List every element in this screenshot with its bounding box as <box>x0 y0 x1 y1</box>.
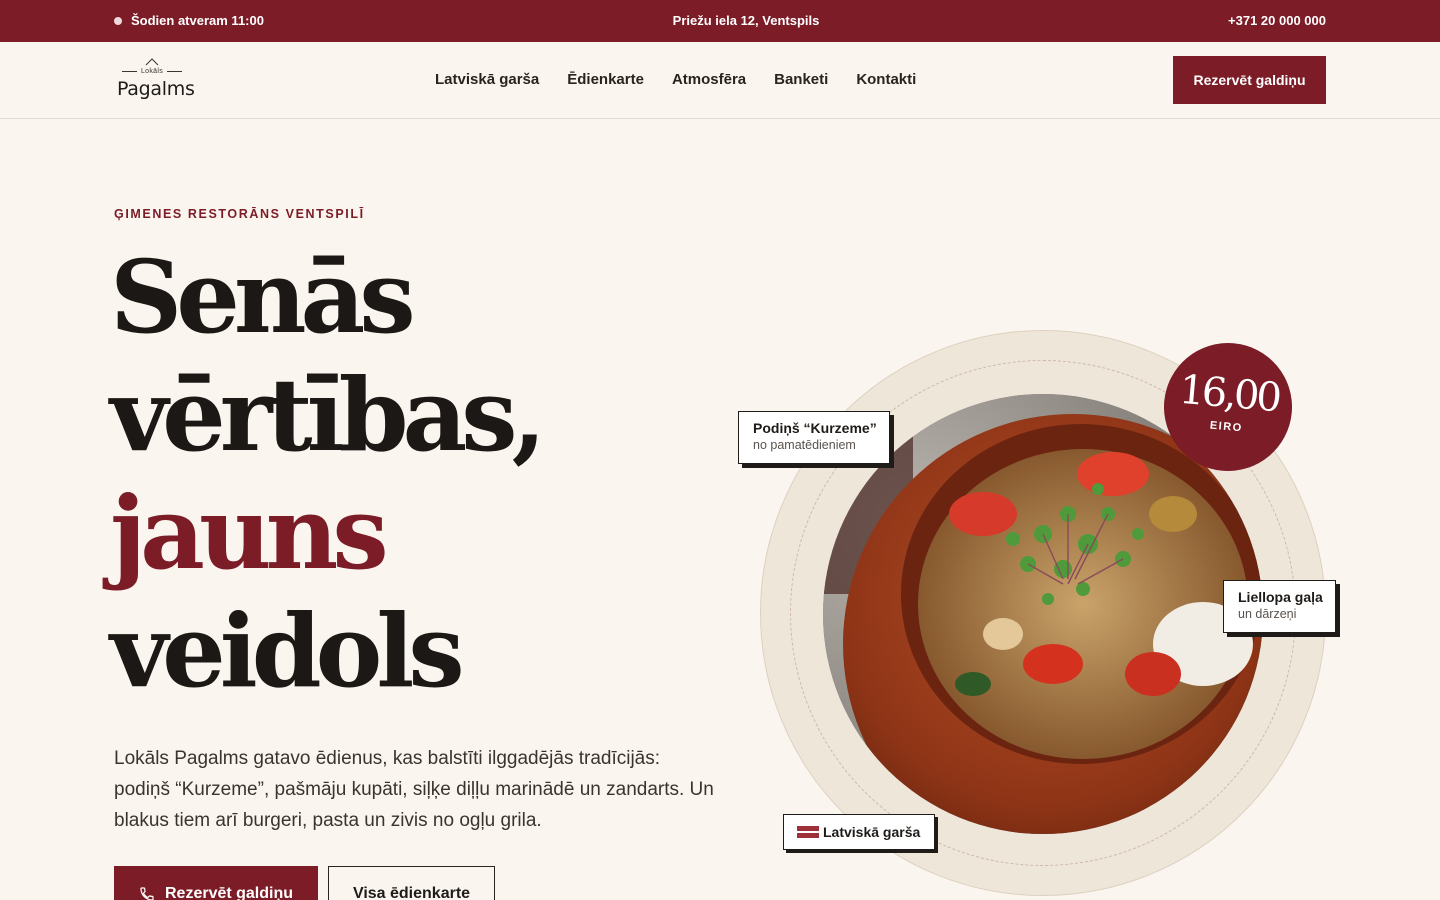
nav-item-edienkarte[interactable]: Ēdienkarte <box>567 71 644 88</box>
hero-lead-text: Lokāls Pagalms gatavo ēdienus, kas balst… <box>114 748 714 831</box>
full-menu-button[interactable]: Visa ēdienkarte <box>328 866 495 900</box>
price-amount: 16,00 <box>1177 366 1281 422</box>
dish-card-kurzeme-title: Podiņš “Kurzeme” <box>753 420 877 436</box>
hero-reserve-label: Rezervēt galdiņu <box>164 885 294 900</box>
hero-reserve-button[interactable]: Rezervēt galdiņu <box>114 866 318 900</box>
hero-headline: Senās vērtības, jauns veidols <box>110 238 546 710</box>
nav-item-latviska-garsa[interactable]: Latviskā garša <box>435 71 539 88</box>
logo-name: Pagalms <box>117 78 195 100</box>
dish-card-kurzeme-subtitle: no pamatēdieniem <box>753 438 856 452</box>
main-nav: Latviskā garša Ēdienkarte Atmosfēra Bank… <box>435 71 916 88</box>
nav-item-kontakti[interactable]: Kontakti <box>856 71 916 88</box>
phone-icon <box>140 887 154 900</box>
top-info-bar: Šodien atveram 11:00 Priežu iela 12, Ven… <box>0 0 1440 42</box>
roof-icon <box>145 58 159 66</box>
address: Priežu iela 12, Ventspils <box>672 13 820 28</box>
hero-eyebrow: ĢIMENES RESTORĀNS VENTSPILĪ <box>114 207 365 221</box>
headline-line-4: veidols <box>110 592 465 710</box>
headline-line-2: vērtības, <box>110 356 546 474</box>
nav-item-banketi[interactable]: Banketi <box>774 71 828 88</box>
dish-card-beef: Liellopa gaļa un dārzeņi <box>1223 580 1336 633</box>
logo[interactable]: Lokāls Pagalms <box>116 58 195 102</box>
phone-link[interactable]: +371 20 000 000 <box>1228 13 1326 28</box>
site-header: Lokāls Pagalms Latviskā garša Ēdienkarte… <box>0 42 1440 119</box>
logo-small-text: Lokāls <box>116 68 188 75</box>
latvian-taste-label: Latviskā garša <box>823 824 921 840</box>
headline-line-3: jauns <box>110 474 389 592</box>
dish-card-beef-subtitle: un dārzeņi <box>1238 607 1297 621</box>
dish-card-beef-title: Liellopa gaļa <box>1238 589 1323 605</box>
dish-card-kurzeme: Podiņš “Kurzeme” no pamatēdieniem <box>738 411 890 464</box>
reserve-table-button[interactable]: Rezervēt galdiņu <box>1173 56 1326 104</box>
latvian-flag-icon <box>797 826 819 838</box>
headline-line-1: Senās <box>110 238 416 356</box>
latvian-taste-tag: Latviskā garša <box>783 814 935 850</box>
nav-item-atmosfera[interactable]: Atmosfēra <box>672 71 746 88</box>
